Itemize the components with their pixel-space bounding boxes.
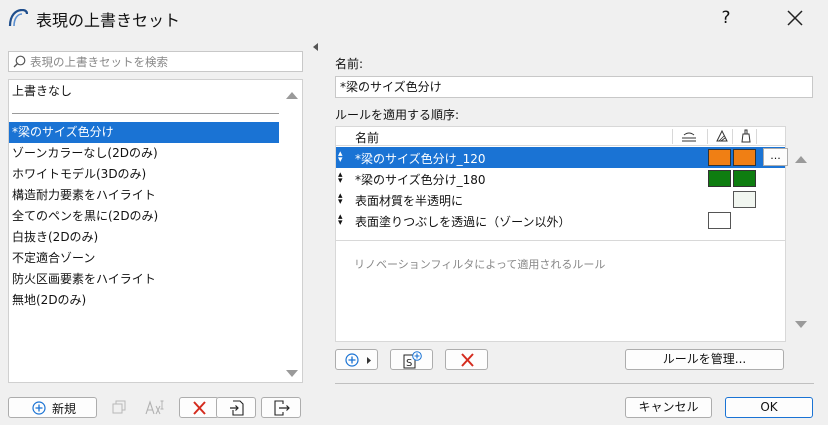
add-icon — [32, 401, 46, 415]
fill-color-swatch[interactable] — [708, 149, 731, 166]
rule-row[interactable]: ▴ ▾ *梁のサイズ色分け_180 — [336, 168, 785, 189]
cancel-button[interactable]: キャンセル — [625, 397, 712, 418]
new-button[interactable]: 新規 — [8, 397, 97, 418]
drag-handle-icon[interactable]: ▴ ▾ — [338, 192, 344, 207]
duplicate-icon — [112, 400, 126, 414]
renovation-rule-icon: S — [403, 351, 422, 369]
rule-name: 表面材質を半透明に — [355, 194, 464, 208]
search-placeholder: 表現の上書きセットを検索 — [30, 55, 168, 69]
dropdown-arrow-icon — [367, 357, 371, 364]
rules-divider — [336, 240, 785, 241]
svg-text:S: S — [406, 358, 412, 369]
new-button-label: 新規 — [52, 402, 77, 416]
cancel-label: キャンセル — [638, 400, 699, 414]
ok-button[interactable]: OK — [725, 397, 813, 418]
add-icon — [345, 353, 359, 367]
add-rule-button[interactable] — [335, 349, 378, 370]
rules-scroll-up-icon[interactable] — [795, 156, 807, 163]
pen-color-swatch[interactable] — [733, 191, 756, 208]
list-item[interactable]: 防火区画要素をハイライト — [9, 269, 279, 290]
ok-label: OK — [760, 400, 778, 414]
rule-row[interactable]: ▴ ▾ 表面材質を半透明に — [336, 189, 785, 210]
renovation-filter-hint: リノベーションフィルタによって適用されるルール — [354, 258, 606, 271]
delete-icon — [461, 353, 474, 367]
drag-handle-icon[interactable]: ▴ ▾ — [338, 171, 344, 186]
list-item[interactable]: ホワイトモデル(3Dのみ) — [9, 164, 279, 185]
list-item[interactable]: 全てのペンを黒に(2Dのみ) — [9, 206, 279, 227]
search-icon — [13, 55, 26, 68]
rule-name: *梁のサイズ色分け_120 — [355, 152, 486, 166]
export-icon — [274, 400, 290, 416]
list-scroll-down-icon[interactable] — [286, 370, 298, 377]
manage-rules-label: ルールを管理... — [662, 352, 747, 366]
duplicate-button[interactable] — [105, 397, 135, 418]
pen-color-swatch[interactable] — [733, 170, 756, 187]
fill-color-swatch[interactable] — [708, 170, 731, 187]
list-item[interactable]: 白抜き(2Dのみ) — [9, 227, 279, 248]
delete-button[interactable] — [179, 397, 219, 418]
surface-column-icon — [682, 132, 696, 142]
footer-divider — [335, 383, 814, 384]
pen-color-swatch[interactable] — [733, 149, 756, 166]
archicad-app-icon — [8, 9, 28, 27]
help-button[interactable]: ? — [712, 6, 740, 30]
rule-name: *梁のサイズ色分け_180 — [355, 173, 486, 187]
fill-column-icon — [716, 129, 728, 142]
column-header-name: 名前 — [355, 131, 380, 145]
manage-rules-button[interactable]: ルールを管理... — [625, 349, 784, 370]
fill-color-swatch[interactable] — [708, 212, 731, 229]
rules-header: 名前 — [336, 127, 785, 146]
list-item[interactable]: 無地(2Dのみ) — [9, 290, 279, 311]
close-icon[interactable] — [780, 6, 810, 30]
override-set-list[interactable]: 上書きなし *梁のサイズ色分け ゾーンカラーなし(2Dのみ) ホワイトモデル(3… — [8, 79, 303, 383]
rename-icon — [145, 400, 164, 415]
delete-rule-button[interactable] — [445, 349, 488, 370]
add-renovation-rule-button[interactable]: S — [390, 349, 433, 370]
list-item-no-override[interactable]: 上書きなし — [9, 81, 279, 102]
pen-column-icon — [741, 129, 751, 143]
rule-name: 表面塗りつぶしを透過に（ゾーン以外） — [355, 215, 571, 229]
collapse-panel-icon[interactable] — [313, 43, 318, 51]
list-item[interactable]: 不定適合ゾーン — [9, 248, 279, 269]
rules-scroll-down-icon[interactable] — [795, 321, 807, 328]
rule-row[interactable]: ▴ ▾ 表面塗りつぶしを透過に（ゾーン以外） — [336, 210, 785, 231]
list-item[interactable]: *梁のサイズ色分け — [9, 122, 279, 143]
import-icon — [230, 400, 244, 416]
window-title: 表現の上書きセット — [36, 11, 181, 30]
rename-button[interactable] — [140, 397, 170, 418]
import-button[interactable] — [216, 397, 256, 418]
drag-handle-icon[interactable]: ▴ ▾ — [338, 213, 344, 228]
name-label: 名前: — [335, 57, 364, 71]
delete-icon — [193, 401, 206, 415]
list-item[interactable]: ゾーンカラーなし(2Dのみ) — [9, 143, 279, 164]
list-divider — [12, 113, 279, 114]
order-label: ルールを適用する順序: — [335, 108, 460, 122]
more-options-button[interactable]: ... — [763, 148, 788, 166]
drag-handle-icon[interactable]: ▴ ▾ — [338, 150, 344, 165]
rule-row[interactable]: ▴ ▾ *梁のサイズ色分け_120 ... — [336, 147, 788, 168]
search-input[interactable]: 表現の上書きセットを検索 — [8, 51, 303, 72]
name-field[interactable]: *梁のサイズ色分け — [335, 76, 813, 98]
list-item[interactable]: 構造耐力要素をハイライト — [9, 185, 279, 206]
list-scroll-up-icon[interactable] — [286, 92, 298, 99]
rules-table[interactable]: 名前 ▴ ▾ *梁のサイズ色分け_120 ... ▴ ▾ *梁のサイズ色分け_180… — [335, 126, 788, 342]
export-button[interactable] — [261, 397, 301, 418]
